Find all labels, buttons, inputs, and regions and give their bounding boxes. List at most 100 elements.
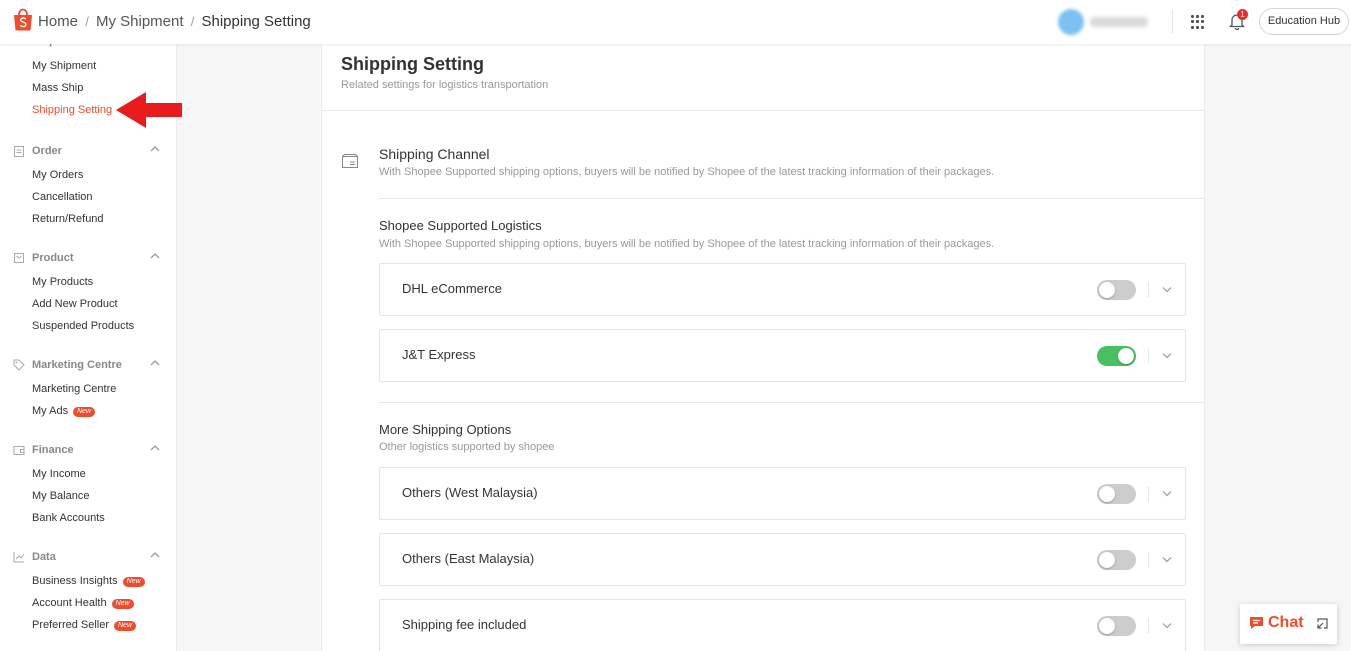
toggle-switch-on[interactable] (1097, 346, 1136, 366)
sidebar-group-title: Marketing Centre (32, 359, 122, 371)
tag-icon (13, 359, 25, 371)
more-shipping-options-desc: Other logistics supported by shopee (379, 441, 555, 453)
sidebar-item-my-products[interactable]: My Products (0, 271, 176, 293)
shipping-channel-title: Shipping Channel (379, 146, 490, 162)
breadcrumb-current: Shipping Setting (201, 13, 311, 30)
logistics-card-dhl[interactable]: DHL eCommerce (379, 263, 1186, 316)
sidebar-item-label: Account Health (32, 597, 107, 609)
breadcrumb-my-shipment[interactable]: My Shipment (96, 13, 184, 30)
toggle-switch-off[interactable] (1097, 616, 1136, 636)
toggle-switch-off[interactable] (1097, 484, 1136, 504)
sidebar-group-header-marketing[interactable]: Marketing Centre (0, 356, 176, 378)
clipboard-icon (14, 146, 24, 157)
chat-widget[interactable]: Chat (1240, 604, 1337, 644)
chevron-down-icon[interactable] (1162, 556, 1172, 563)
divider (1148, 348, 1149, 364)
red-arrow-annotation (116, 92, 182, 128)
toggle-knob (1118, 348, 1134, 364)
divider (322, 110, 1204, 111)
sidebar-item-marketing-centre[interactable]: Marketing Centre (0, 378, 176, 400)
chat-bubble-icon (1250, 617, 1263, 629)
sidebar-group-title: Product (32, 252, 74, 264)
header-divider (1172, 10, 1173, 34)
sidebar-group-order: Order My Orders Cancellation Return/Refu… (0, 142, 176, 230)
sidebar-group-finance: Finance My Income My Balance Bank Accoun… (0, 441, 176, 529)
sidebar-item-my-orders[interactable]: My Orders (0, 164, 176, 186)
toggle-knob (1099, 486, 1115, 502)
sidebar-item-add-new-product[interactable]: Add New Product (0, 293, 176, 315)
breadcrumb: Home / My Shipment / Shipping Setting (38, 13, 311, 30)
sidebar-item-label: My Ads (32, 405, 69, 417)
toggle-switch-off[interactable] (1097, 550, 1136, 570)
toggle-knob (1099, 618, 1115, 634)
chat-label: Chat (1268, 614, 1304, 631)
education-hub-button[interactable]: Education Hub (1259, 8, 1349, 35)
chevron-up-icon[interactable] (150, 359, 160, 367)
shipping-channel-desc: With Shopee Supported shipping options, … (379, 166, 995, 178)
sidebar-item-business-insights[interactable]: Business Insights New (0, 570, 176, 592)
sidebar-item-label: Business Insights (32, 575, 118, 587)
chevron-up-icon[interactable] (150, 252, 160, 260)
sidebar-item-my-income[interactable]: My Income (0, 463, 176, 485)
sidebar-item-bank-accounts[interactable]: Bank Accounts (0, 507, 176, 529)
page-title: Shipping Setting (341, 54, 484, 74)
sidebar-group-product: Product My Products Add New Product Susp… (0, 249, 176, 337)
divider (379, 198, 1204, 199)
user-account[interactable] (1058, 9, 1148, 35)
sidebar-item-account-health[interactable]: Account Health New (0, 592, 176, 614)
sidebar-group-header-data[interactable]: Data (0, 548, 176, 570)
sidebar-item-cancellation[interactable]: Cancellation (0, 186, 176, 208)
supported-logistics-title: Shopee Supported Logistics (379, 218, 542, 233)
more-shipping-options-title: More Shipping Options (379, 422, 512, 437)
sidebar-group-title: Order (32, 145, 62, 157)
logistics-name: Others (West Malaysia) (402, 485, 538, 500)
logistics-card-jt-express[interactable]: J&T Express (379, 329, 1186, 382)
new-badge: New (114, 621, 137, 631)
sidebar-item-return-refund[interactable]: Return/Refund (0, 208, 176, 230)
logistics-name: DHL eCommerce (402, 281, 502, 296)
chart-icon (13, 552, 25, 563)
logistics-card-shipping-fee-included[interactable]: Shipping fee included (379, 599, 1186, 651)
sidebar-group-title: Data (32, 551, 56, 563)
chevron-down-icon[interactable] (1162, 622, 1172, 629)
box-icon (14, 253, 24, 263)
logistics-name: J&T Express (402, 347, 476, 362)
divider (1148, 282, 1149, 298)
new-badge: New (73, 407, 96, 417)
chevron-down-icon[interactable] (1162, 352, 1172, 359)
shopee-logo-icon[interactable] (12, 8, 34, 32)
sidebar-group-header-finance[interactable]: Finance (0, 441, 176, 463)
divider (1148, 552, 1149, 568)
sidebar-item-suspended-products[interactable]: Suspended Products (0, 315, 176, 337)
divider (1148, 486, 1149, 502)
sidebar-group-header-order[interactable]: Order (0, 142, 176, 164)
sidebar-group-data: Data Business Insights New Account Health… (0, 548, 176, 636)
sidebar-item-my-balance[interactable]: My Balance (0, 485, 176, 507)
breadcrumb-separator: / (190, 14, 195, 29)
sidebar-item-preferred-seller[interactable]: Preferred Seller New (0, 614, 176, 636)
sidebar-item-my-ads[interactable]: My Ads New (0, 400, 176, 422)
chevron-down-icon[interactable] (1162, 490, 1172, 497)
chevron-up-icon[interactable] (150, 145, 160, 153)
new-badge: New (111, 599, 134, 609)
logistics-card-others-east[interactable]: Others (East Malaysia) (379, 533, 1186, 586)
chevron-up-icon[interactable] (150, 551, 160, 559)
sidebar-group-marketing: Marketing Centre Marketing Centre My Ads… (0, 356, 176, 422)
sidebar-item-my-shipment[interactable]: My Shipment (0, 55, 176, 77)
chevron-up-icon[interactable] (150, 444, 160, 452)
logistics-card-others-west[interactable]: Others (West Malaysia) (379, 467, 1186, 520)
chevron-down-icon[interactable] (1162, 286, 1172, 293)
sidebar-group-header-product[interactable]: Product (0, 249, 176, 271)
expand-icon[interactable] (1317, 618, 1328, 629)
avatar (1058, 9, 1084, 35)
sidebar-item-label: Preferred Seller (32, 619, 110, 631)
logistics-name: Shipping fee included (402, 617, 527, 632)
new-badge: New (122, 577, 145, 587)
toggle-switch-off[interactable] (1097, 280, 1136, 300)
breadcrumb-home[interactable]: Home (38, 13, 78, 30)
toggle-knob (1099, 282, 1115, 298)
top-bar: Home / My Shipment / Shipping Setting 1 … (0, 0, 1351, 44)
apps-grid-icon[interactable] (1191, 15, 1205, 29)
notification-badge: 1 (1237, 9, 1248, 20)
sidebar-group-title: Finance (32, 444, 74, 456)
